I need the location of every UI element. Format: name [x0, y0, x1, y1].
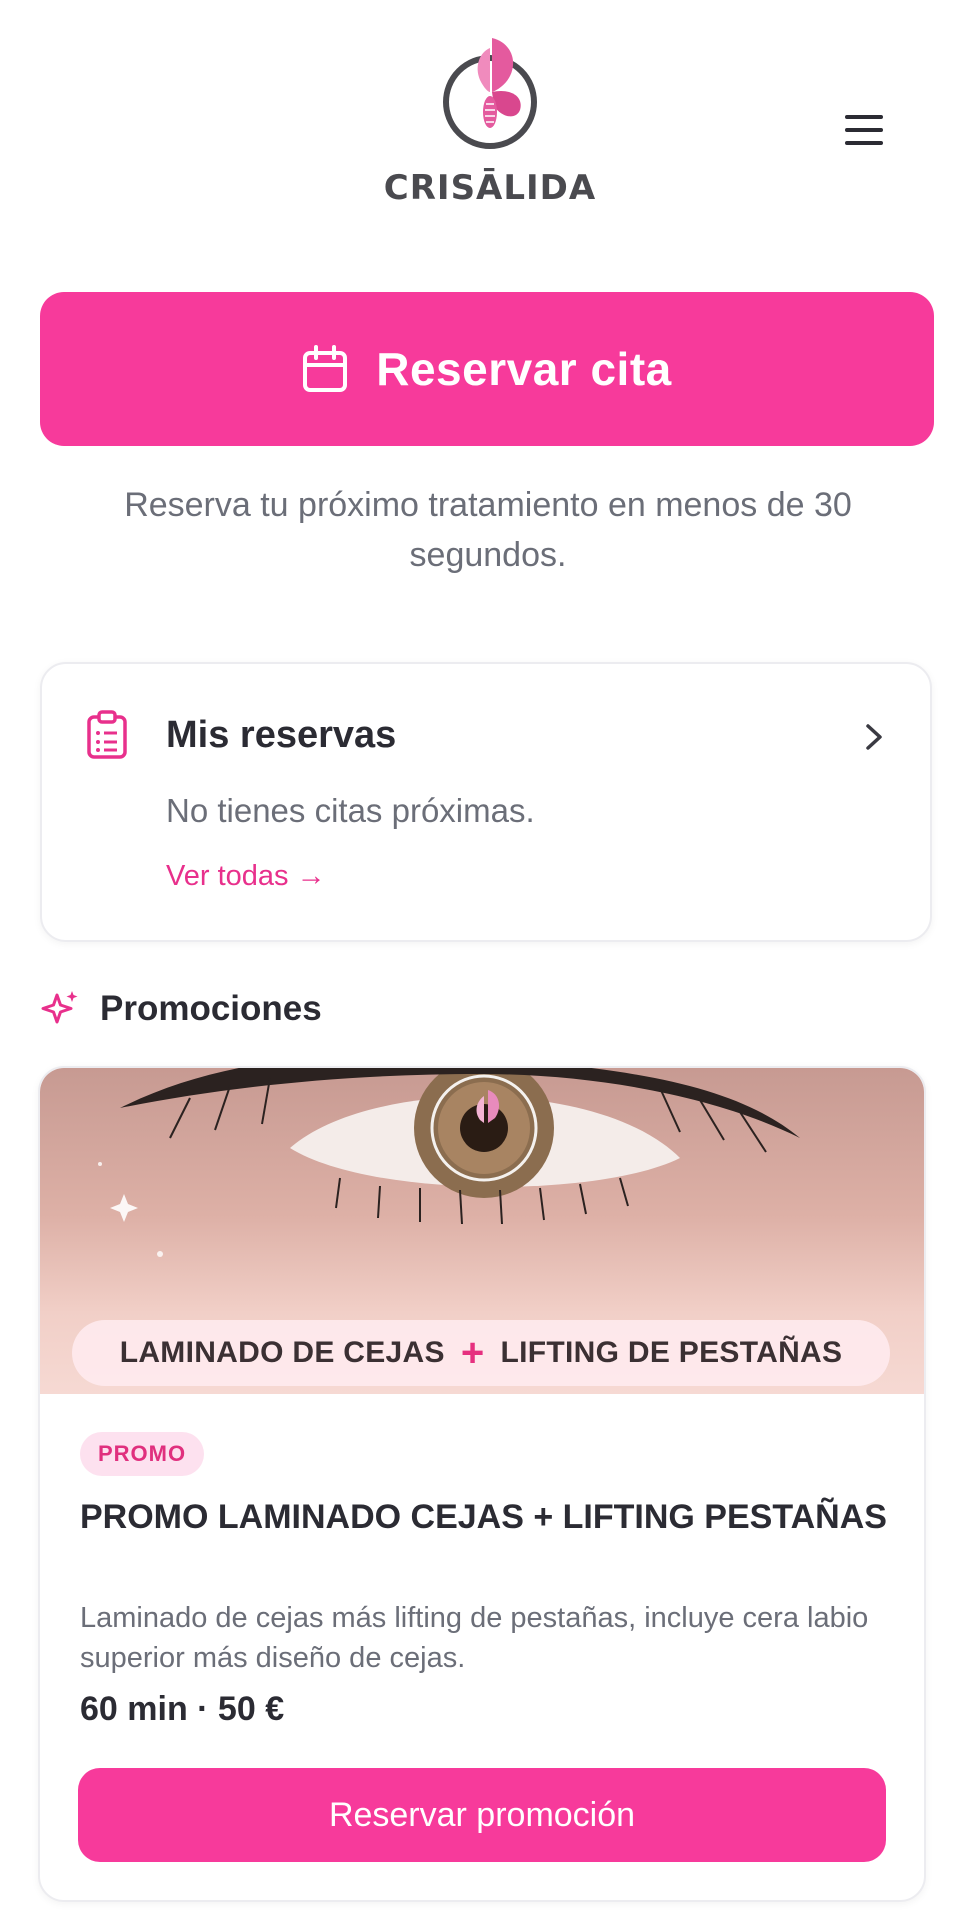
brand-logo[interactable]: CRISĀLIDA	[380, 30, 600, 210]
promotion-duration-price: 60 min · 50 €	[80, 1690, 285, 1728]
reservations-title: Mis reservas	[166, 714, 397, 756]
book-appointment-label: Reservar cita	[376, 343, 672, 395]
chevron-right-icon	[866, 724, 882, 750]
sparkles-icon	[41, 991, 78, 1024]
promotion-description: Laminado de cejas más lifting de pestaña…	[80, 1602, 869, 1674]
promotions-heading-text: Promociones	[100, 989, 322, 1028]
hamburger-menu-icon	[845, 115, 883, 119]
banner-text-right: LIFTING DE PESTAÑAS	[500, 1336, 843, 1369]
book-promotion-button[interactable]: Reservar promoción	[78, 1768, 886, 1862]
brand-name: CRISĀLIDA	[383, 168, 597, 208]
promotion-banner: LAMINADO DE CEJAS + LIFTING DE PESTAÑAS	[72, 1320, 890, 1386]
reservations-empty-text: No tienes citas próximas.	[166, 792, 535, 829]
promotion-title: PROMO LAMINADO CEJAS + LIFTING PESTAÑAS	[80, 1498, 887, 1536]
clipboard-list-icon	[87, 710, 127, 759]
promotion-card: LAMINADO DE CEJAS + LIFTING DE PESTAÑAS …	[38, 1066, 926, 1902]
booking-subtitle: Reserva tu próximo tratamiento en menos …	[124, 486, 852, 574]
my-reservations-card[interactable]: Mis reservas No tienes citas próximas. V…	[40, 662, 932, 942]
menu-button[interactable]	[838, 104, 890, 156]
banner-text-left: LAMINADO DE CEJAS	[119, 1336, 445, 1369]
calendar-icon	[303, 345, 348, 392]
book-appointment-button[interactable]: Reservar cita	[40, 292, 934, 446]
header: CRISĀLIDA	[0, 0, 976, 230]
butterfly-logo-icon	[443, 38, 537, 149]
promotion-image: LAMINADO DE CEJAS + LIFTING DE PESTAÑAS	[40, 1068, 924, 1394]
promotions-heading: Promociones	[40, 984, 322, 1034]
banner-plus: +	[460, 1330, 485, 1375]
view-all-link[interactable]: Ver todas →	[166, 860, 326, 893]
promo-badge: PROMO	[80, 1432, 205, 1476]
